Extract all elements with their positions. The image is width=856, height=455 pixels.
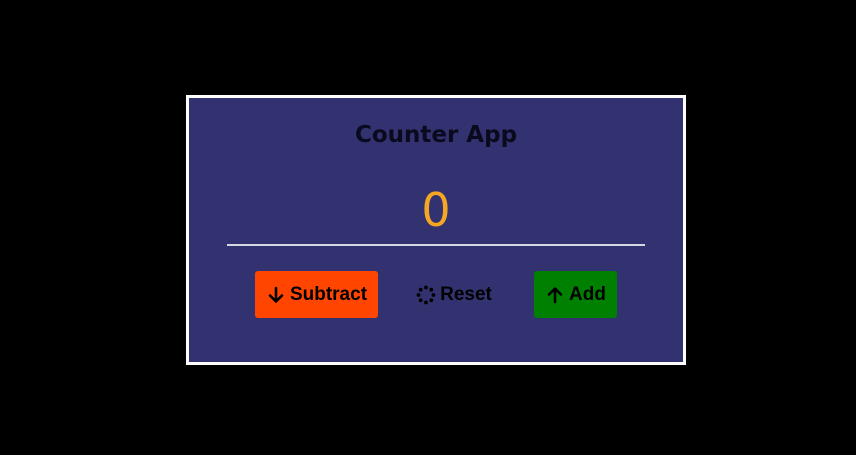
arrow-down-icon bbox=[266, 285, 286, 305]
add-button-label: Add bbox=[569, 283, 606, 305]
reset-button-label: Reset bbox=[440, 283, 492, 305]
app-title: Counter App bbox=[354, 122, 518, 148]
add-button[interactable]: Add bbox=[534, 271, 617, 318]
divider bbox=[227, 244, 645, 246]
arrow-up-icon bbox=[545, 285, 565, 305]
counter-card: Counter App 0 Subtract Reset Add bbox=[186, 95, 686, 365]
subtract-button-label: Subtract bbox=[289, 283, 368, 305]
counter-value: 0 bbox=[421, 183, 451, 237]
subtract-button[interactable]: Subtract bbox=[255, 271, 378, 318]
reset-button[interactable]: Reset bbox=[411, 271, 497, 318]
spinner-icon bbox=[416, 285, 436, 305]
